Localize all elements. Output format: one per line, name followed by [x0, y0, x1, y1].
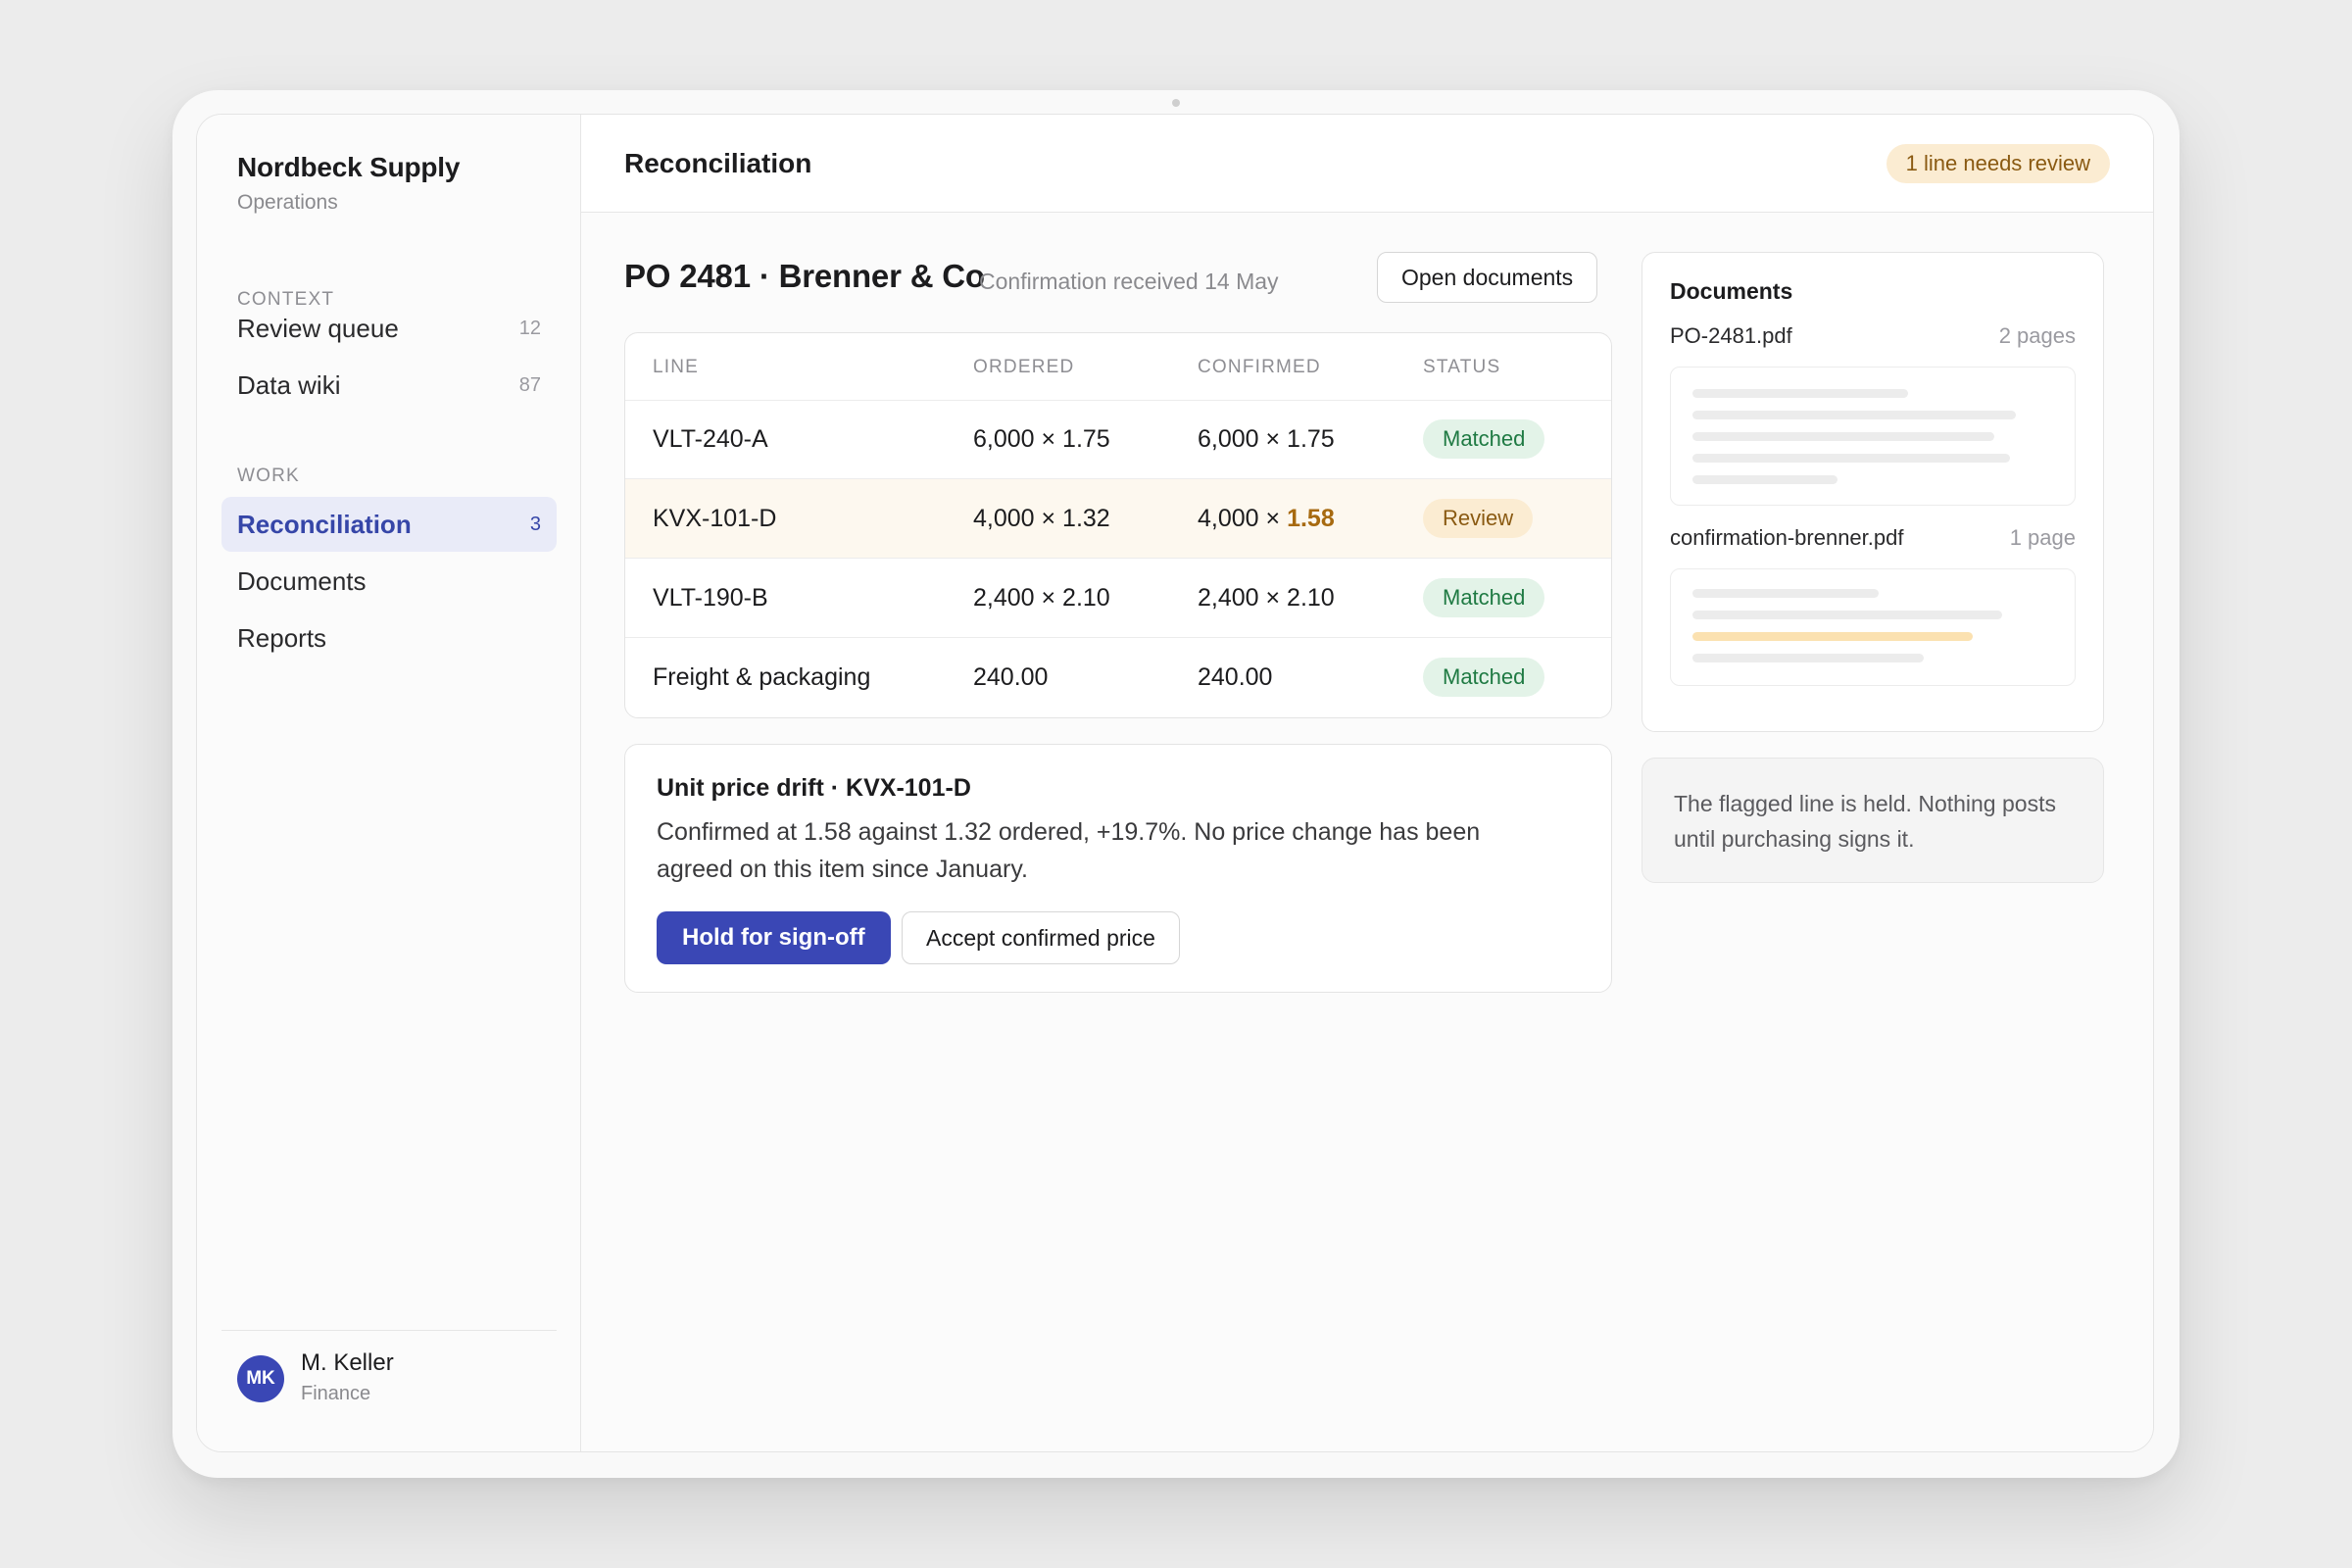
sidebar-item-label: Reconciliation	[237, 509, 412, 539]
cell-ordered: 6,000 × 1.75	[973, 425, 1110, 453]
thumbnail-line	[1692, 454, 2010, 463]
sidebar-item-label: Documents	[237, 565, 367, 596]
status-badge: Matched	[1423, 419, 1545, 459]
table-row[interactable]: VLT-240-A 6,000 × 1.75 6,000 × 1.75 Matc…	[625, 400, 1611, 479]
hold-note: The flagged line is held. Nothing posts …	[1642, 758, 2104, 883]
document-page-count: 1 page	[2009, 525, 2076, 550]
cell-line: VLT-190-B	[653, 584, 768, 612]
sidebar-item-reports[interactable]: Reports	[221, 611, 557, 665]
table-row[interactable]: Freight & packaging 240.00 240.00 Matche…	[625, 638, 1611, 717]
accept-confirmed-price-button[interactable]: Accept confirmed price	[902, 911, 1180, 964]
drift-description: Confirmed at 1.58 against 1.32 ordered, …	[657, 818, 1481, 883]
cell-confirmed: 6,000 × 1.75	[1198, 425, 1335, 454]
document-thumbnail[interactable]	[1670, 568, 2076, 686]
column-header-line: LINE	[653, 357, 700, 377]
confirmed-price-highlight: 1.58	[1287, 505, 1335, 532]
sidebar-item-data-wiki[interactable]: Data wiki 87	[221, 358, 557, 413]
document-page-count: 2 pages	[1998, 323, 2076, 348]
cell-ordered: 4,000 × 1.32	[973, 505, 1110, 532]
table-row[interactable]: VLT-190-B 2,400 × 2.10 2,400 × 2.10 Matc…	[625, 559, 1611, 638]
camera-dot	[1172, 99, 1180, 107]
open-documents-button[interactable]: Open documents	[1377, 252, 1598, 303]
cell-confirmed: 2,400 × 2.10	[1198, 584, 1335, 612]
sidebar-divider	[221, 1330, 557, 1331]
sidebar-item-label: Reports	[237, 622, 327, 653]
reconciliation-table: LINE ORDERED CONFIRMED STATUS VLT-240-A …	[624, 332, 1612, 718]
sidebar-item-count: 87	[518, 373, 541, 396]
cell-line: VLT-240-A	[653, 425, 768, 453]
hold-note-text: The flagged line is held. Nothing posts …	[1674, 791, 2056, 852]
confirmed-value: 240.00	[1198, 663, 1273, 691]
documents-panel: Documents PO-2481.pdf 2 pages confirmati…	[1642, 252, 2104, 732]
drift-title: Unit price drift · KVX-101-D	[657, 774, 971, 802]
confirmed-value: 4,000 ×	[1198, 505, 1288, 532]
top-bar: Reconciliation 1 line needs review	[581, 115, 2153, 213]
status-badge: Matched	[1423, 658, 1545, 697]
table-header: LINE ORDERED CONFIRMED STATUS	[625, 333, 1611, 401]
review-status-badge[interactable]: 1 line needs review	[1886, 144, 2110, 183]
status-badge: Review	[1423, 499, 1534, 538]
confirmed-value: 6,000 × 1.75	[1198, 425, 1335, 453]
document-name[interactable]: confirmation-brenner.pdf	[1670, 525, 1903, 551]
price-drift-card: Unit price drift · KVX-101-D Confirmed a…	[624, 744, 1612, 993]
cell-ordered: 240.00	[973, 663, 1049, 691]
cell-ordered: 2,400 × 2.10	[973, 584, 1110, 612]
tablet-frame: Nordbeck Supply Operations CONTEXT Revie…	[172, 90, 2180, 1478]
thumbnail-line	[1692, 389, 1908, 398]
page-title: Reconciliation	[624, 148, 812, 178]
user-role: Finance	[301, 1383, 371, 1404]
sidebar: Nordbeck Supply Operations CONTEXT Revie…	[197, 115, 581, 1451]
thumbnail-line	[1692, 611, 2002, 619]
brand-subtitle: Operations	[237, 191, 338, 214]
thumbnail-line	[1692, 475, 1838, 484]
po-subtitle: Confirmation received 14 May	[979, 269, 1279, 294]
cell-line: KVX-101-D	[653, 505, 777, 532]
confirmed-value: 2,400 × 2.10	[1198, 584, 1335, 612]
document-name[interactable]: PO-2481.pdf	[1670, 323, 1792, 349]
sidebar-item-label: Data wiki	[237, 369, 341, 400]
table-row-flagged[interactable]: KVX-101-D 4,000 × 1.32 4,000 × 1.58 Revi…	[625, 479, 1611, 559]
user-name: M. Keller	[301, 1349, 394, 1376]
app-screen: Nordbeck Supply Operations CONTEXT Revie…	[196, 114, 2154, 1452]
sidebar-item-count: 12	[518, 317, 541, 339]
column-header-ordered: ORDERED	[973, 357, 1075, 377]
sidebar-item-label: Review queue	[237, 313, 399, 343]
thumbnail-highlight-line	[1692, 632, 1973, 641]
po-title: PO 2481 · Brenner & Co	[624, 258, 985, 294]
thumbnail-line	[1692, 411, 2016, 419]
hold-for-signoff-button[interactable]: Hold for sign-off	[657, 911, 891, 964]
cell-confirmed: 240.00	[1198, 663, 1272, 692]
sidebar-item-review-queue[interactable]: Review queue 12	[221, 301, 557, 356]
thumbnail-line	[1692, 432, 1994, 441]
status-badge: Matched	[1423, 578, 1545, 617]
sidebar-item-count: 3	[529, 513, 541, 535]
thumbnail-line	[1692, 589, 1879, 598]
document-thumbnail[interactable]	[1670, 367, 2076, 506]
sidebar-item-documents[interactable]: Documents	[221, 554, 557, 609]
documents-title: Documents	[1670, 278, 1793, 304]
main-content: Reconciliation 1 line needs review PO 24…	[581, 115, 2153, 1451]
sidebar-item-reconciliation[interactable]: Reconciliation 3	[221, 497, 557, 552]
cell-line: Freight & packaging	[653, 663, 871, 691]
thumbnail-line	[1692, 654, 1924, 662]
column-header-status: STATUS	[1423, 357, 1501, 377]
column-header-confirmed: CONFIRMED	[1198, 357, 1321, 377]
avatar[interactable]: MK	[237, 1355, 284, 1402]
cell-confirmed: 4,000 × 1.58	[1198, 505, 1335, 533]
section-label-work: WORK	[237, 466, 300, 486]
brand-title: Nordbeck Supply	[237, 152, 461, 182]
